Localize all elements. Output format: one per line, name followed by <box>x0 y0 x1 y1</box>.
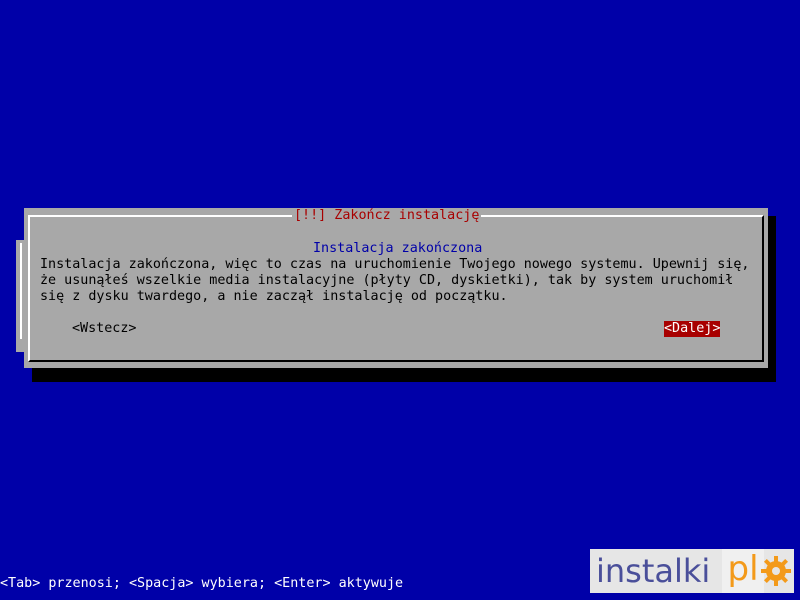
watermark-logo: instalki pl <box>590 549 794 593</box>
dialog-title: [!!] Zakończ instalację <box>292 208 482 224</box>
status-bar: <Tab> przenosi; <Spacja> wybiera; <Enter… <box>0 576 404 591</box>
gear-icon <box>761 556 791 586</box>
dialog-subtitle: Instalacja zakończona <box>313 241 483 256</box>
dialog-shadow <box>32 368 776 382</box>
logo-suffix: pl <box>722 549 764 593</box>
logo-text: instalki <box>596 552 711 590</box>
dialog-shadow-right <box>768 216 776 382</box>
finish-install-dialog: [!!] Zakończ instalację Instalacja zakoń… <box>24 208 768 368</box>
next-button[interactable]: <Dalej> <box>664 321 721 337</box>
dialog-message: Instalacja zakończona, więc to czas na u… <box>40 257 750 304</box>
back-button[interactable]: <Wstecz> <box>72 321 137 337</box>
background-dialog-edge <box>20 243 22 339</box>
